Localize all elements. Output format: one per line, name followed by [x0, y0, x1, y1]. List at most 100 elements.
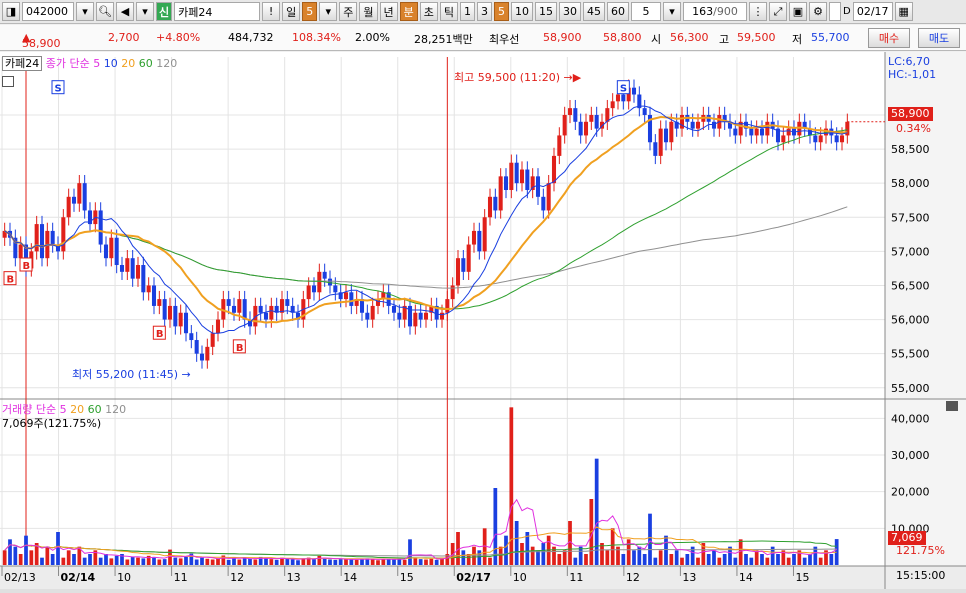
candle-body — [445, 299, 450, 313]
candle-body — [557, 135, 562, 156]
candle-body — [695, 121, 701, 129]
date-field[interactable]: 02/17 — [852, 2, 893, 21]
volume-bar — [642, 554, 647, 565]
volume-bar — [530, 546, 535, 565]
volume-bar — [733, 557, 738, 565]
period-second-button[interactable]: 초 — [419, 2, 438, 21]
minute-1-button[interactable]: 1 — [460, 2, 475, 21]
buy-button[interactable]: 매수 — [868, 28, 910, 48]
candle-body — [231, 305, 237, 313]
period-year-button[interactable]: 년 — [379, 2, 398, 21]
minute-5-button[interactable]: 5 — [494, 2, 509, 21]
calendar-icon[interactable]: ▦ — [894, 2, 913, 21]
pane-menu-icon[interactable] — [946, 401, 958, 411]
prev-stock-icon[interactable]: ◀ — [116, 2, 134, 21]
candle-body — [482, 217, 487, 252]
price-tick-label: 58,000 — [891, 177, 930, 190]
period-minute-button[interactable]: 분 — [399, 2, 418, 21]
volume-bar — [712, 550, 716, 565]
candle-body — [146, 285, 151, 293]
time-tick-label: 15 — [795, 571, 809, 584]
menu-icon[interactable]: ◨ — [2, 2, 20, 21]
candle-body — [285, 299, 290, 306]
volume-bar — [184, 556, 188, 565]
volume-bar — [274, 559, 279, 565]
interval-select[interactable]: 5 — [631, 2, 661, 21]
candle-body — [18, 244, 23, 259]
zoom-icon[interactable]: ⤢ — [769, 2, 787, 21]
candle-body — [306, 285, 311, 300]
candle-body — [167, 305, 173, 320]
minute-30-button[interactable]: 30 — [559, 2, 581, 21]
volume-bar — [248, 558, 252, 565]
candle-body — [194, 340, 199, 354]
volume-tick-label: 30,000 — [891, 449, 930, 462]
period-day-button[interactable]: 일 — [282, 2, 301, 21]
indicator-icon[interactable]: ⋮ — [749, 2, 767, 21]
volume-bar — [669, 554, 674, 565]
interval-dropdown-icon[interactable]: ▾ — [663, 2, 681, 21]
alert-icon[interactable]: ! — [262, 2, 281, 21]
candle-body — [311, 285, 317, 293]
candle-body — [343, 292, 349, 300]
date-checkbox[interactable] — [829, 2, 841, 21]
candle-body — [786, 128, 791, 136]
volume-bar — [173, 557, 178, 565]
count-field[interactable]: 163/900 — [683, 2, 747, 21]
minute-15-button[interactable]: 15 — [535, 2, 557, 21]
volume-bar — [125, 559, 130, 565]
next-stock-icon[interactable]: ▾ — [136, 2, 154, 21]
minute-45-button[interactable]: 45 — [583, 2, 605, 21]
stock-name-field[interactable]: 카페24 — [174, 2, 261, 21]
volume-bar — [178, 558, 183, 565]
save-icon[interactable]: ▣ — [789, 2, 807, 21]
current-volume-pct: 121.75% — [896, 544, 945, 557]
candle-body — [439, 312, 445, 320]
period-tick-button[interactable]: 틱 — [439, 2, 458, 21]
period-dropdown-icon[interactable]: ▾ — [319, 2, 338, 21]
candle-body — [125, 258, 130, 272]
candle-body — [733, 128, 738, 136]
candle-body — [589, 114, 594, 122]
volume-bar — [578, 546, 583, 565]
candle-body — [493, 196, 498, 211]
minute-60-button[interactable]: 60 — [607, 2, 629, 21]
period-month-button[interactable]: 월 — [359, 2, 378, 21]
volume-bar — [424, 559, 428, 565]
volume-bar — [104, 554, 108, 565]
candle-body — [317, 271, 322, 293]
candle-body — [109, 237, 114, 259]
period-week-button[interactable]: 주 — [339, 2, 358, 21]
volume-bar — [610, 528, 615, 565]
volume-bar — [776, 554, 780, 565]
candle-body — [551, 155, 557, 184]
trade-amount: 28,251백만 — [414, 33, 473, 46]
candle-body — [215, 319, 221, 334]
code-dropdown-icon[interactable]: ▾ — [76, 2, 94, 21]
minute-10-button[interactable]: 10 — [511, 2, 533, 21]
price-tick-label: 58,500 — [891, 143, 930, 156]
sell-button[interactable]: 매도 — [918, 28, 960, 48]
candle-body — [754, 128, 759, 136]
candle-body — [279, 299, 285, 313]
volume-bar — [632, 550, 636, 565]
volume-bar — [520, 543, 524, 565]
minute-3-button[interactable]: 3 — [477, 2, 492, 21]
gear-icon[interactable]: ⚙ — [809, 2, 827, 21]
search-icon[interactable]: 🔍︎ — [96, 2, 114, 21]
current-price-tag: 58,900 — [888, 107, 933, 121]
stock-chart[interactable]: 55,000 55,500 56,000 56,500 57,000 57,500 58,0… — [0, 52, 966, 589]
volume-bar — [130, 556, 135, 565]
period-num-button[interactable]: 5 — [302, 2, 318, 21]
volume-bar — [477, 550, 482, 565]
candle-body — [141, 265, 146, 293]
stock-code-input[interactable]: 042000 — [22, 2, 74, 21]
candle-body — [583, 121, 589, 136]
legend-ma5: 5 — [93, 57, 101, 70]
bottom-scrollbar[interactable] — [0, 589, 966, 593]
candle-body — [210, 333, 215, 347]
volume-bar — [744, 554, 748, 565]
table-toggle-icon[interactable] — [2, 76, 14, 87]
volume-bar — [562, 550, 567, 565]
volume-bar — [402, 559, 407, 565]
